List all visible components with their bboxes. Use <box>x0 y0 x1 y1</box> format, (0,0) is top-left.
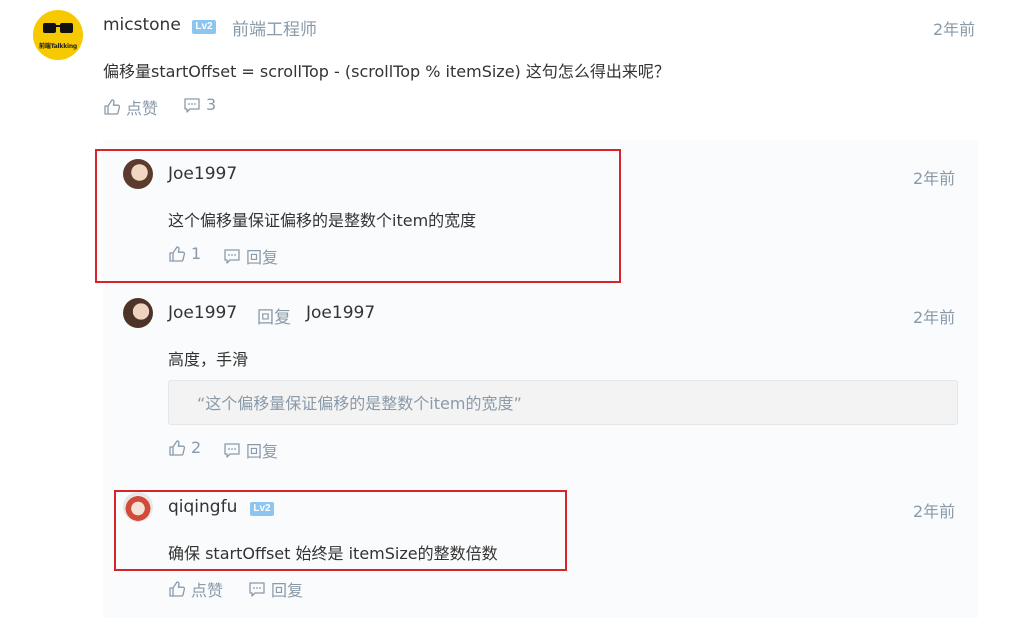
reply-time: 2年前 <box>913 502 956 521</box>
reply-button[interactable]: 回复 <box>223 438 278 462</box>
avatar[interactable]: 前端Talkking <box>33 10 83 60</box>
comment-icon <box>224 443 240 458</box>
quoted-comment[interactable]: “这个偏移量保证偏移的是整数个item的宽度” <box>168 380 958 425</box>
highlight-box <box>114 490 567 571</box>
reply-time: 2年前 <box>913 169 956 188</box>
avatar-logo-text: 前端Talkking <box>38 43 78 50</box>
level-badge[interactable]: Lv2 <box>192 20 216 34</box>
reply-word: 回复 <box>257 308 291 328</box>
highlight-box <box>95 149 621 283</box>
like-label: 点赞 <box>126 99 159 118</box>
reply-count: 3 <box>206 95 217 114</box>
like-button[interactable]: 2 <box>168 438 201 457</box>
like-count: 2 <box>191 438 202 457</box>
author-job-title: 前端工程师 <box>232 20 317 40</box>
comment-icon <box>249 582 265 597</box>
reply-label: 回复 <box>271 581 304 600</box>
reply-time: 2年前 <box>913 308 956 327</box>
comment-time: 2年前 <box>933 20 976 39</box>
comment-content: 偏移量startOffset = scrollTop - (scrollTop … <box>103 62 670 81</box>
like-button[interactable]: 点赞 <box>168 577 223 601</box>
avatar[interactable] <box>123 298 153 328</box>
reply-count-button[interactable]: 3 <box>183 95 216 114</box>
reply-content: 高度，手滑 <box>168 350 249 369</box>
reply-to-user[interactable]: Joe1997 <box>306 303 375 323</box>
comment-icon <box>184 97 200 113</box>
thumbs-up-icon <box>104 99 121 115</box>
thumbs-up-icon <box>169 581 186 597</box>
like-label: 点赞 <box>191 581 224 600</box>
reply-author[interactable]: Joe1997 <box>168 303 237 323</box>
reply-button[interactable]: 回复 <box>248 577 303 601</box>
glasses-icon <box>43 23 73 33</box>
comment-author[interactable]: micstone <box>103 15 181 35</box>
reply-label: 回复 <box>246 442 279 461</box>
like-button[interactable]: 点赞 <box>103 95 158 119</box>
thumbs-up-icon <box>169 439 186 456</box>
